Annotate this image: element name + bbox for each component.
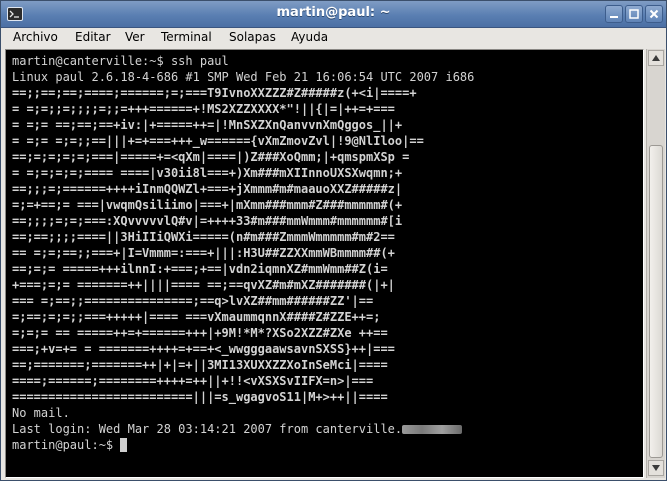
arrow-down-icon xyxy=(652,465,660,471)
ascii-art-line: =;==;=;=;;===+++++|==== ===vXmaummqnnX##… xyxy=(12,310,381,324)
vertical-scrollbar[interactable] xyxy=(646,49,665,478)
terminal-output[interactable]: martin@canterville:~$ ssh paul Linux pau… xyxy=(7,51,643,477)
ascii-art-line: = =;=;;=;;;;=;;=+++======+!MS2XZZXXXX*"!… xyxy=(12,102,395,116)
scrollbar-thumb[interactable] xyxy=(649,145,663,458)
menu-editar[interactable]: Editar xyxy=(75,30,111,44)
terminal-window: martin@paul: ~ Archivo Editar Ver Termin… xyxy=(0,0,667,481)
menu-terminal[interactable]: Terminal xyxy=(161,30,212,44)
ascii-art-line: = =;= ==;==;==+iv:|+=====++=|!MnSXZXnQan… xyxy=(12,118,403,132)
ascii-art-line: ====;======;========++++=++||+!!<vXSXSvI… xyxy=(12,374,374,388)
ascii-art-line: ==;;==;==;====;======;=;===T9IvnoXXZZZ#Z… xyxy=(12,86,417,100)
terminal-prompt-line[interactable]: martin@paul:~$ xyxy=(12,437,128,453)
ascii-art-line: ==;;;=;======++++iInmQQWZl+===+jXmmm#m#m… xyxy=(12,182,403,196)
text-cursor xyxy=(120,438,128,452)
ascii-art-line: == =;=;==;;===+|I=Vmmm=:===+|||:H3U##ZZX… xyxy=(12,246,395,260)
terminal-line-mail: No mail. xyxy=(12,406,70,420)
terminal-line-uname: Linux paul 2.6.18-4-686 #1 SMP Wed Feb 2… xyxy=(12,70,475,84)
scroll-down-button[interactable] xyxy=(648,460,664,476)
ascii-art-line: ==;=;= =====+++ilnnI:+===;+==|vdn2iqmnXZ… xyxy=(12,262,388,276)
menu-ver[interactable]: Ver xyxy=(125,30,145,44)
close-button[interactable] xyxy=(645,5,663,23)
ascii-art-line: +===;=;= =======++||||==== ==;==qvXZ#m#m… xyxy=(12,278,395,292)
scroll-up-button[interactable] xyxy=(648,50,664,66)
ascii-art-line: ==;;;;=;=;===:XQvvvvvlQ#v|=++++33#m###mm… xyxy=(12,214,403,228)
minimize-button[interactable] xyxy=(605,5,623,23)
menu-ayuda[interactable]: Ayuda xyxy=(291,30,328,44)
last-login-text: Last login: Wed Mar 28 03:14:21 2007 fro… xyxy=(12,422,403,436)
ascii-art-line: = =;=;=;=;==== ====|v30ii8l===+)Xm###mXI… xyxy=(12,166,403,180)
terminal-frame: martin@canterville:~$ ssh paul Linux pau… xyxy=(5,49,644,478)
ascii-art-line: =;=;= == =====++=+======+++|+9M!*M*?XSo2… xyxy=(12,326,388,340)
terminal-line-last-login: Last login: Wed Mar 28 03:14:21 2007 fro… xyxy=(12,421,463,437)
minimize-icon xyxy=(610,16,618,18)
ascii-art-line: =;=+==;= ===|vwqmQsiliimo|===+|mXmm###mm… xyxy=(12,198,403,212)
ascii-art-line: ==;==;;;;====||3HiIIiQWXi=====(n#m###Zmm… xyxy=(12,230,395,244)
arrow-up-icon xyxy=(652,55,660,61)
ascii-art-line: ===;+v=+= = =======++++=+==+<_wwgggaawsa… xyxy=(12,342,395,356)
menu-bar: Archivo Editar Ver Terminal Solapas Ayud… xyxy=(1,28,666,48)
ascii-art-line: =========================|||=s_wgagvoS11… xyxy=(12,390,388,404)
title-bar[interactable]: martin@paul: ~ xyxy=(1,1,666,28)
ascii-art-line: ==;=;=;=;=;===|=====+=<qXm|====|)Z###XoQ… xyxy=(12,150,410,164)
maximize-button[interactable] xyxy=(625,5,643,23)
ascii-art-line: === =;==;;===============;==q>lvXZ##mm##… xyxy=(12,294,374,308)
menu-archivo[interactable]: Archivo xyxy=(13,30,58,44)
window-title: martin@paul: ~ xyxy=(276,5,391,20)
terminal-line-command: martin@canterville:~$ ssh paul xyxy=(12,54,229,68)
close-icon xyxy=(649,9,659,19)
ascii-art-line: = =;= =;=;;==|||+=+===+++_w======{vXmZmo… xyxy=(12,134,424,148)
menu-solapas[interactable]: Solapas xyxy=(229,30,276,44)
redacted-hostname xyxy=(402,425,463,434)
maximize-icon xyxy=(629,9,639,19)
ascii-art-line: ==;=======;=======++|+|=+||3MI13XUXXZZXo… xyxy=(12,358,388,372)
shell-prompt: martin@paul:~$ xyxy=(12,438,121,452)
